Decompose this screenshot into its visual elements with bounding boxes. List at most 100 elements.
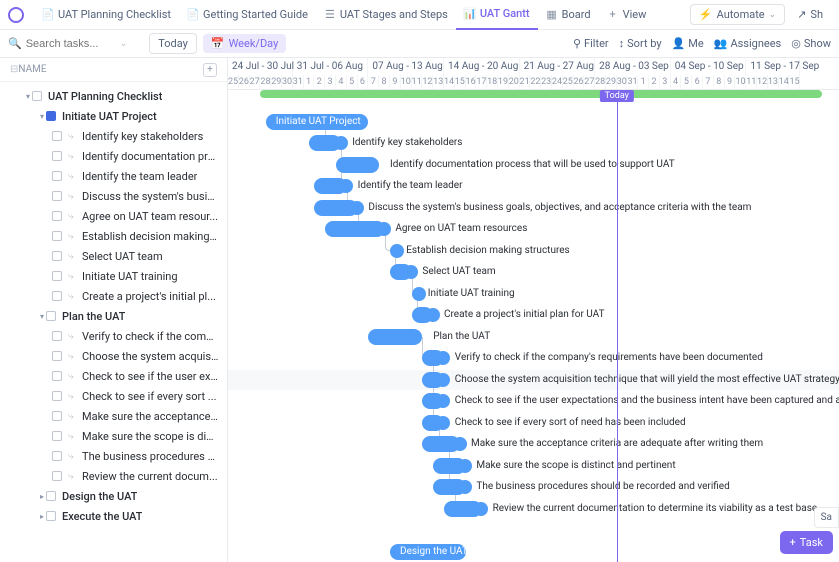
me-button[interactable]: 👤Me: [672, 37, 704, 50]
task-row[interactable]: ⤷Select UAT team: [0, 246, 227, 266]
gantt-task-label: Discuss the system's business goals, obj…: [368, 201, 751, 215]
today-line: [617, 90, 618, 562]
day-header: 3: [325, 75, 336, 89]
task-label: Initiate UAT Project: [62, 110, 157, 123]
gantt-chart[interactable]: 24 Jul - 30 Jul31 Jul - 06 Aug07 Aug - 1…: [228, 58, 839, 562]
status-square-icon: [52, 391, 62, 401]
task-row[interactable]: ⤷Verify to check if the comp...: [0, 326, 227, 346]
today-button[interactable]: Today: [149, 33, 197, 54]
new-task-button[interactable]: + Task: [780, 531, 833, 554]
day-header: 6: [358, 75, 369, 89]
tool-label: Me: [688, 37, 703, 50]
task-row[interactable]: ⤷Initiate UAT training: [0, 266, 227, 286]
day-header: 23: [541, 75, 552, 89]
tab-getting-started-guide[interactable]: 📄Getting Started Guide: [179, 0, 316, 30]
task-group[interactable]: ▾Plan the UAT: [0, 306, 227, 326]
tool-label: Show: [804, 37, 831, 50]
task-group[interactable]: ▸Execute the UAT: [0, 506, 227, 526]
eye-icon: ◎: [791, 37, 801, 50]
tab-uat-gantt[interactable]: 📊UAT Gantt: [456, 0, 538, 30]
save-chip[interactable]: Sa: [814, 507, 839, 528]
task-row[interactable]: ⤷The business procedures s...: [0, 446, 227, 466]
day-header: 10: [401, 75, 412, 89]
task-group[interactable]: ▾ Initiate UAT Project: [0, 106, 227, 126]
gantt-task-bar[interactable]: [314, 178, 346, 194]
task-row[interactable]: ⤷Discuss the system's busin...: [0, 186, 227, 206]
task-row[interactable]: ⤷Check to see if the user ex...: [0, 366, 227, 386]
status-square-icon: [52, 211, 62, 221]
share-button[interactable]: ↗ Sh: [789, 5, 831, 24]
toggle-icon[interactable]: ▾: [38, 312, 46, 321]
tool-label: Sort by: [627, 37, 661, 50]
tab-uat-stages-and-steps[interactable]: ☰UAT Stages and Steps: [316, 0, 456, 30]
tab-board[interactable]: ▦Board: [538, 0, 599, 30]
day-header: 4: [336, 75, 347, 89]
gantt-task-label: Identify the team leader: [358, 179, 463, 193]
gantt-group-bar[interactable]: Initiate UAT Project: [266, 114, 369, 130]
gantt-group-bar[interactable]: Design the UAT: [390, 544, 466, 560]
week-header: 31 Jul - 06 Aug: [293, 58, 369, 75]
search-input[interactable]: [26, 38, 116, 50]
task-row[interactable]: ⤷Choose the system acquisi...: [0, 346, 227, 366]
task-row[interactable]: ⤷Check to see if every sort ...: [0, 386, 227, 406]
weekday-button[interactable]: 📅 Week/Day: [203, 34, 286, 53]
gantt-task-bar[interactable]: [422, 415, 444, 431]
task-row[interactable]: ⤷Review the current docum...: [0, 466, 227, 486]
assignees-button[interactable]: 👥Assignees: [714, 37, 782, 50]
gantt-milestone[interactable]: [412, 287, 426, 301]
day-header: 26: [239, 75, 250, 89]
toggle-icon[interactable]: ▾: [38, 112, 46, 121]
gantt-task-bar[interactable]: [390, 264, 412, 280]
gantt-task-bar[interactable]: [368, 329, 422, 345]
gantt-task-bar[interactable]: [433, 479, 465, 495]
gantt-task-bar[interactable]: [309, 135, 341, 151]
show-button[interactable]: ◎Show: [791, 37, 831, 50]
tab-view[interactable]: +View: [599, 0, 655, 30]
toggle-icon[interactable]: ▸: [38, 512, 46, 521]
task-label: Select UAT team: [82, 250, 163, 263]
task-row[interactable]: ⤷Establish decision making ...: [0, 226, 227, 246]
gantt-task-bar[interactable]: [314, 200, 357, 216]
day-header: 14: [444, 75, 455, 89]
gantt-task-bar[interactable]: [422, 393, 444, 409]
day-header: 31: [293, 75, 304, 89]
day-header: 29: [606, 75, 617, 89]
task-row[interactable]: ⤷Make sure the acceptance ...: [0, 406, 227, 426]
add-task-icon[interactable]: +: [203, 63, 217, 77]
gantt-task-bar[interactable]: [444, 501, 482, 517]
toggle-icon[interactable]: ▸: [38, 492, 46, 501]
project-span-bar[interactable]: [260, 90, 822, 98]
subtask-icon: ⤷: [68, 371, 78, 382]
task-group[interactable]: ▸Design the UAT: [0, 486, 227, 506]
task-row[interactable]: ⤷Identify the team leader: [0, 166, 227, 186]
gantt-task-bar[interactable]: [325, 221, 384, 237]
toggle-icon[interactable]: ▾: [24, 92, 32, 101]
gantt-task-bar[interactable]: [422, 350, 444, 366]
gantt-task-bar[interactable]: [412, 307, 434, 323]
filter-button[interactable]: ⚲Filter: [573, 37, 609, 50]
expand-all-icon[interactable]: ⊟: [10, 64, 18, 75]
task-row[interactable]: ⤷Identify key stakeholders: [0, 126, 227, 146]
search-wrap[interactable]: 🔍 ⌄: [8, 37, 127, 50]
status-square-icon: [52, 331, 62, 341]
automate-button[interactable]: ⚡ Automate ⌄: [690, 4, 785, 25]
gantt-task-bar[interactable]: [433, 458, 465, 474]
search-dropdown-icon[interactable]: ⌄: [120, 39, 128, 49]
gantt-body[interactable]: TodayInitiate UAT ProjectDesign the UATE…: [228, 90, 839, 562]
gantt-milestone[interactable]: [390, 244, 404, 258]
sort-by-button[interactable]: ↕Sort by: [619, 37, 662, 50]
status-square-icon: [52, 411, 62, 421]
day-header: 27: [584, 75, 595, 89]
gantt-task-bar[interactable]: [336, 157, 379, 173]
tab-uat-planning-checklist[interactable]: 📄UAT Planning Checklist: [34, 0, 179, 30]
task-row[interactable]: ⤷Create a project's initial pl...: [0, 286, 227, 306]
gantt-task-bar[interactable]: [422, 372, 444, 388]
gantt-task-bar[interactable]: [422, 436, 460, 452]
gantt-task-label: Initiate UAT training: [428, 287, 515, 301]
task-row[interactable]: ⤷Make sure the scope is dis...: [0, 426, 227, 446]
tab-label: Board: [562, 8, 591, 21]
task-row[interactable]: ⤷Agree on UAT team resour...: [0, 206, 227, 226]
status-square-icon: [52, 471, 62, 481]
task-group[interactable]: ▾UAT Planning Checklist: [0, 86, 227, 106]
task-row[interactable]: ⤷Identify documentation pro...: [0, 146, 227, 166]
